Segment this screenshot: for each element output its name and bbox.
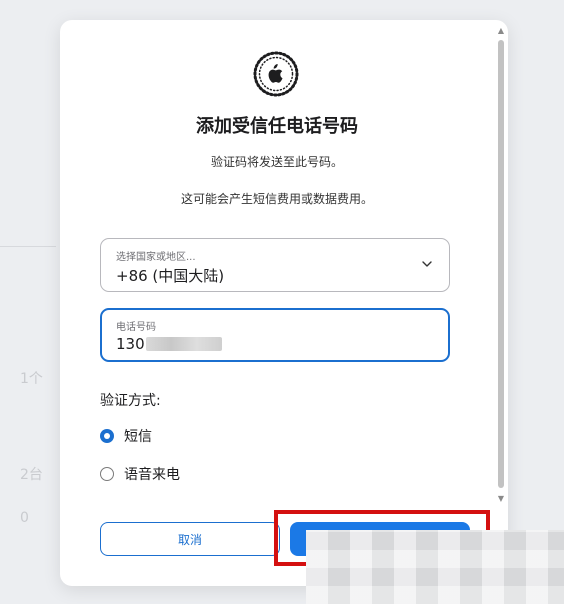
verification-option-voice-label: 语音来电 (124, 467, 180, 483)
dialog-scrollbar[interactable]: ▲ ▼ (496, 26, 506, 504)
country-select-value: +86 (中国大陆) (116, 267, 225, 285)
phone-number-value: 130 (116, 335, 145, 353)
dialog-description-2: 这可能会产生短信费用或数据费用。 (180, 192, 373, 206)
dialog-description-1: 验证码将发送至此号码。 (210, 155, 343, 169)
phone-number-label: 电话号码 (116, 322, 156, 333)
scroll-thumb[interactable] (498, 40, 504, 488)
radio-unchecked-icon[interactable] (100, 467, 114, 481)
scroll-up-arrow-icon[interactable]: ▲ (496, 26, 506, 36)
dialog-title: 添加受信任电话号码 (196, 116, 358, 137)
radio-checked-icon[interactable] (100, 429, 114, 443)
scroll-down-arrow-icon[interactable]: ▼ (496, 494, 506, 504)
background-text-2: 2台 (20, 467, 43, 483)
redacted-number-mask (146, 337, 222, 351)
country-select[interactable]: 选择国家或地区... +86 (中国大陆) (100, 238, 450, 292)
verification-option-voice[interactable]: 语音来电 (100, 464, 180, 484)
add-trusted-phone-dialog: ▲ ▼ 添加受信任电话号码 验证码将发送至此号码。 这可能会产生短信费用或数据费… (60, 20, 508, 586)
verification-option-sms[interactable]: 短信 (100, 426, 152, 446)
apple-logo-icon (253, 51, 299, 97)
verification-option-sms-label: 短信 (124, 429, 152, 445)
phone-number-input[interactable]: 电话号码 130 (100, 308, 450, 362)
chevron-down-icon[interactable] (421, 258, 433, 270)
background-divider (0, 246, 56, 247)
cancel-button[interactable]: 取消 (100, 522, 280, 556)
pixelated-watermark-mask (306, 530, 564, 604)
country-select-label: 选择国家或地区... (116, 252, 196, 263)
verification-method-label: 验证方式: (100, 393, 161, 409)
background-text-3: 0 (20, 510, 29, 526)
background-text-1: 1个 (20, 371, 43, 387)
